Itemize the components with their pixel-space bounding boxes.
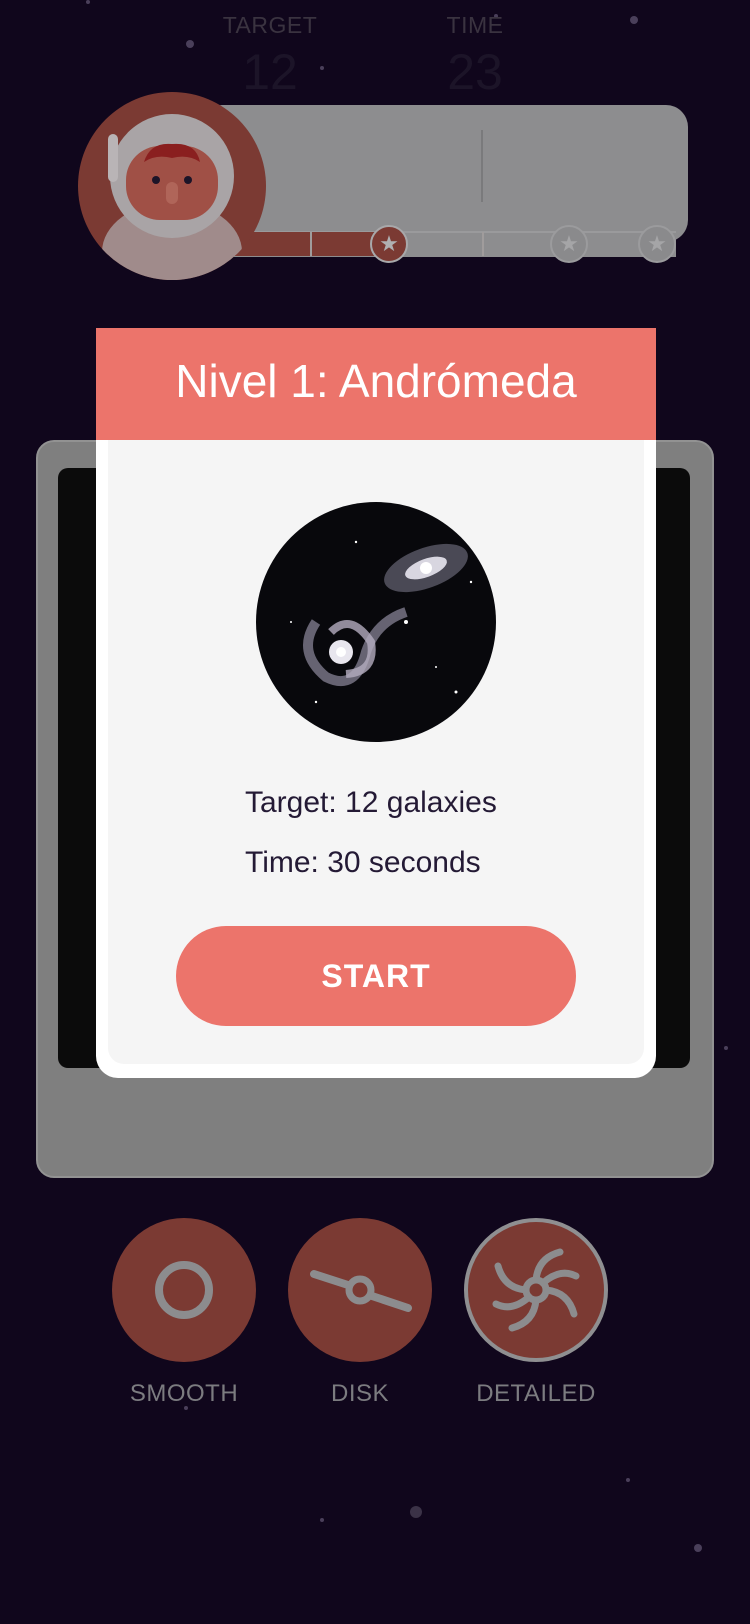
background-star [320,1518,324,1522]
time-info: Time: 30 seconds [245,846,481,879]
star-milestone-icon: ★ [638,225,676,263]
smooth-button[interactable] [112,1218,256,1362]
time-counter: TIME 23 [375,12,575,101]
disk-button[interactable] [288,1218,432,1362]
target-counter: TARGET 12 [170,12,370,101]
star-milestone-icon: ★ [370,225,408,263]
galaxy-thumbnail [256,502,496,742]
progress-tick [310,232,312,256]
target-info: Target: 12 galaxies [245,786,497,819]
smooth-circle-icon [155,1261,213,1319]
background-star [86,0,90,4]
disk-label: DISK [330,1380,389,1407]
smooth-label: SMOOTH [129,1380,239,1407]
background-star [410,1506,422,1518]
hud-divider [481,130,483,202]
spiral-galaxy-icon [492,1248,580,1332]
detailed-label: DETAILED [476,1380,596,1407]
time-label: TIME [446,12,504,38]
progress-tick [482,232,484,256]
start-button[interactable]: START [176,926,576,1026]
star-milestone-icon: ★ [550,225,588,263]
progress-fill [228,232,388,256]
background-star [724,1046,728,1050]
target-value: 12 [242,44,298,100]
target-label: TARGET [222,12,318,38]
background-star [694,1544,702,1552]
background-star [626,1478,630,1482]
modal-title: Nivel 1: Andrómeda [96,328,656,440]
disk-icon [310,1270,412,1312]
time-value: 23 [447,44,503,100]
score-panel [200,105,688,242]
background-star [630,16,638,24]
detailed-button[interactable] [464,1218,608,1362]
astronaut-avatar [78,92,266,280]
